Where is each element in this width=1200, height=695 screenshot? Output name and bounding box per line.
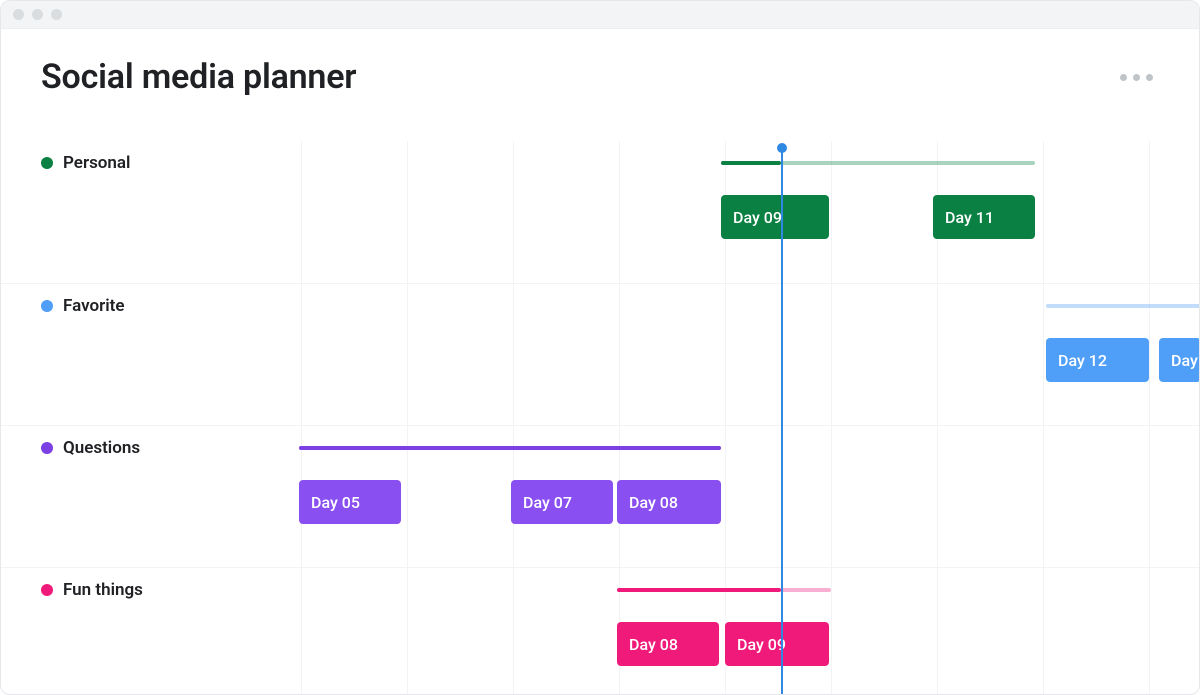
timeline-row-questions: Questions Day 05 Day 07Day 08 [1, 425, 1199, 567]
category-dot-icon [41, 300, 53, 312]
task-block[interactable]: Day 09 [725, 622, 829, 666]
task-block[interactable]: Day 07 [511, 480, 613, 524]
row-span-line-faded [781, 161, 1035, 165]
window-close-dot[interactable] [13, 9, 24, 20]
category-dot-icon [41, 442, 53, 454]
row-label[interactable]: Favorite [41, 296, 124, 316]
ellipsis-dot-icon [1146, 74, 1153, 81]
app-window: Social media planner Personal Day 09 Day 1… [0, 0, 1200, 695]
category-dot-icon [41, 584, 53, 596]
more-menu-button[interactable] [1114, 68, 1159, 87]
task-block[interactable]: Day 05 [299, 480, 401, 524]
row-span-line [299, 446, 721, 450]
row-name-text: Fun things [63, 580, 143, 600]
row-span-line [617, 588, 781, 592]
task-block[interactable]: Day 11 [933, 195, 1035, 239]
row-span-line [721, 161, 781, 165]
row-span-line-faded [781, 588, 831, 592]
page-title: Social media planner [41, 57, 356, 97]
window-max-dot[interactable] [51, 9, 62, 20]
timeline: Personal Day 09 Day 11 Favorite Day 12Day Que… [1, 141, 1199, 695]
task-block[interactable]: Day 09 [721, 195, 829, 239]
row-label[interactable]: Questions [41, 438, 140, 458]
window-min-dot[interactable] [32, 9, 43, 20]
ellipsis-dot-icon [1120, 74, 1127, 81]
task-block[interactable]: Day [1159, 338, 1200, 382]
task-block[interactable]: Day 12 [1046, 338, 1149, 382]
row-span-line-faded [1046, 304, 1200, 308]
category-dot-icon [41, 157, 53, 169]
row-name-text: Favorite [63, 296, 124, 316]
row-name-text: Questions [63, 438, 140, 458]
task-block[interactable]: Day 08 [617, 480, 721, 524]
window-titlebar [1, 1, 1199, 29]
page-header: Social media planner [1, 29, 1199, 105]
task-block[interactable]: Day 08 [617, 622, 719, 666]
row-label[interactable]: Personal [41, 153, 130, 173]
row-label[interactable]: Fun things [41, 580, 143, 600]
timeline-row-funthings: Fun things Day 08Day 09 [1, 567, 1199, 695]
ellipsis-dot-icon [1133, 74, 1140, 81]
timeline-row-favorite: Favorite Day 12Day [1, 283, 1199, 425]
content-area: Social media planner Personal Day 09 Day 1… [1, 29, 1199, 695]
row-name-text: Personal [63, 153, 130, 173]
timeline-row-personal: Personal Day 09 Day 11 [1, 141, 1199, 283]
